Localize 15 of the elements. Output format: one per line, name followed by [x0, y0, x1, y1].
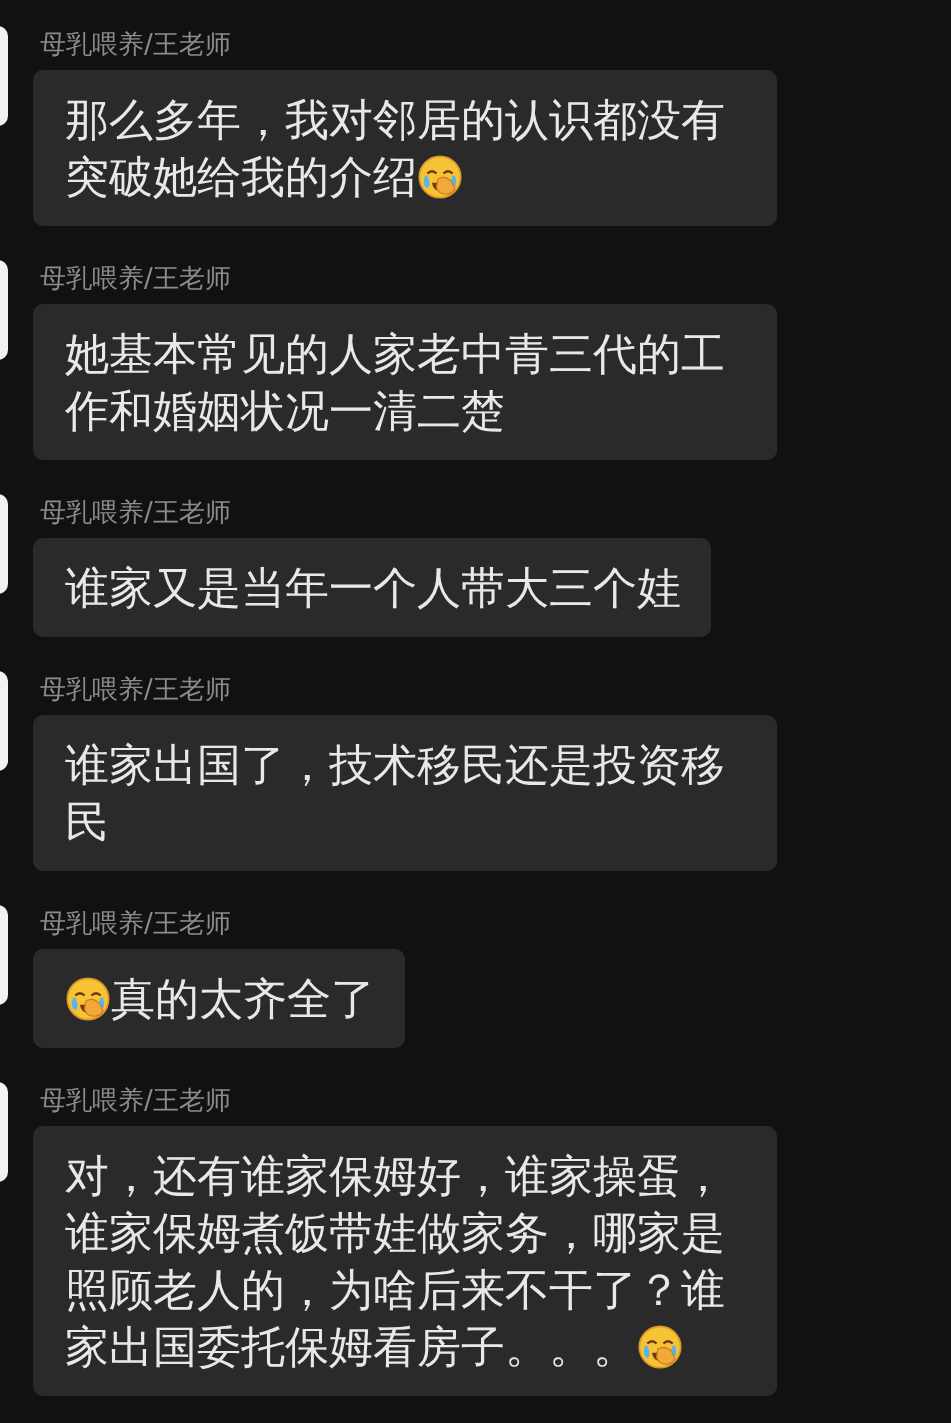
sender-name: 母乳喂养/王老师 [40, 907, 231, 940]
sender-name: 母乳喂养/王老师 [40, 1084, 231, 1117]
message-bubble: 那么多年，我对邻居的认识都没有突破她给我的介绍 [33, 70, 777, 226]
message-bubble: 她基本常见的人家老中青三代的工作和婚姻状况一清二楚 [33, 304, 777, 460]
sender-name: 母乳喂养/王老师 [40, 496, 231, 529]
message-bubble: 对，还有谁家保姆好，谁家操蛋，谁家保姆煮饭带娃做家务，哪家是照顾老人的，为啥后来不干了？谁家出国委托保姆看房子。。。 [33, 1126, 777, 1396]
sender-name: 母乳喂养/王老师 [40, 673, 231, 706]
sender-name: 母乳喂养/王老师 [40, 262, 231, 295]
message-bubble: 谁家又是当年一个人带大三个娃 [33, 538, 711, 637]
message-bubble: 谁家出国了，技术移民还是投资移民 [33, 715, 777, 871]
crying-face-icon [637, 1324, 683, 1370]
sender-name: 母乳喂养/王老师 [40, 28, 231, 61]
crying-face-icon [65, 976, 111, 1022]
message-bubble: 真的太齐全了 [33, 949, 405, 1048]
crying-face-icon [417, 154, 463, 200]
